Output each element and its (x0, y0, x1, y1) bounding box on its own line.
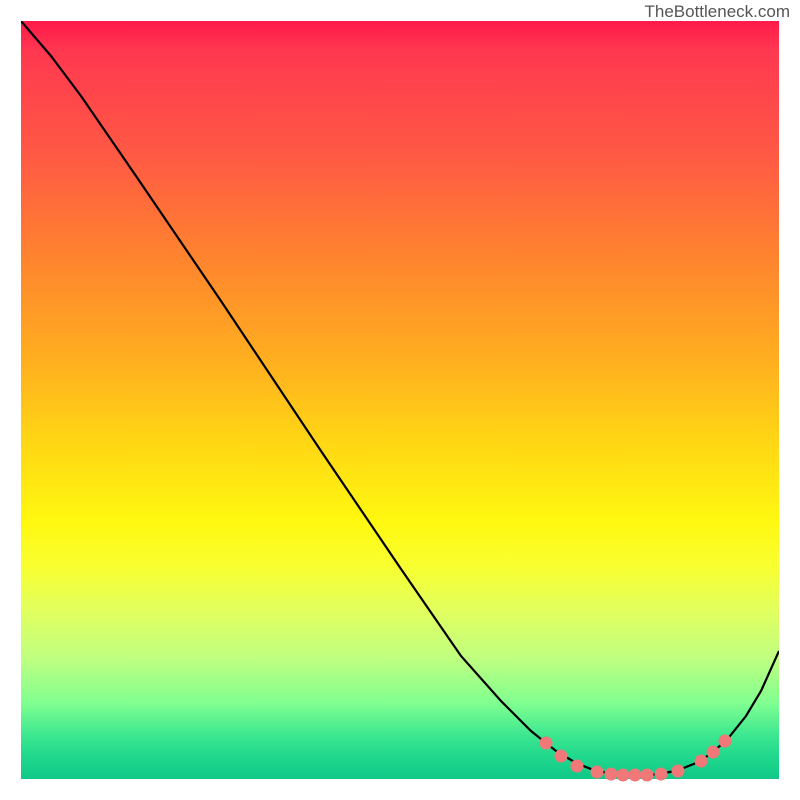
curve-marker (540, 737, 553, 750)
curve-marker (591, 766, 604, 779)
curve-marker (672, 765, 685, 778)
curve-marker (707, 746, 720, 759)
curve-marker (719, 735, 732, 748)
curve-marker (695, 755, 708, 768)
curve-marker (571, 760, 584, 773)
gradient-background (21, 21, 779, 779)
bottleneck-chart: TheBottleneck.com (0, 0, 800, 800)
curve-marker (655, 768, 668, 781)
curve-marker (641, 769, 654, 782)
watermark-text: TheBottleneck.com (644, 2, 790, 22)
curve-marker (555, 750, 568, 763)
